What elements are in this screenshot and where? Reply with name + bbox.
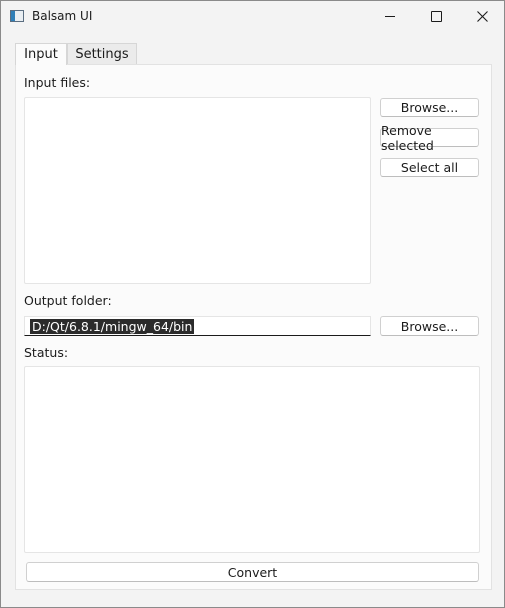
status-label: Status: xyxy=(24,345,69,360)
tab-input[interactable]: Input xyxy=(15,43,67,65)
close-button[interactable] xyxy=(459,1,504,31)
maximize-icon xyxy=(430,10,442,22)
output-folder-label: Output folder: xyxy=(24,293,112,308)
status-text-area[interactable] xyxy=(24,366,480,553)
select-all-button[interactable]: Select all xyxy=(380,158,479,177)
minimize-button[interactable] xyxy=(367,1,413,31)
app-icon xyxy=(10,10,24,22)
input-files-label: Input files: xyxy=(24,75,91,90)
input-files-list[interactable] xyxy=(24,97,371,284)
main-window: Balsam UI Input Settings Input files: Br… xyxy=(0,0,505,608)
close-icon xyxy=(476,10,488,22)
output-browse-button[interactable]: Browse... xyxy=(380,316,479,336)
remove-selected-button[interactable]: Remove selected xyxy=(380,123,479,153)
window-title: Balsam UI xyxy=(32,9,93,23)
title-bar[interactable]: Balsam UI xyxy=(1,1,504,33)
tab-settings[interactable]: Settings xyxy=(67,43,137,64)
convert-button[interactable]: Convert xyxy=(26,562,479,582)
minimize-icon xyxy=(385,15,395,17)
output-folder-value: D:/Qt/6.8.1/mingw_64/bin xyxy=(30,318,195,334)
maximize-button[interactable] xyxy=(413,1,459,31)
input-browse-button[interactable]: Browse... xyxy=(380,98,479,117)
output-folder-field[interactable]: D:/Qt/6.8.1/mingw_64/bin xyxy=(24,316,371,336)
